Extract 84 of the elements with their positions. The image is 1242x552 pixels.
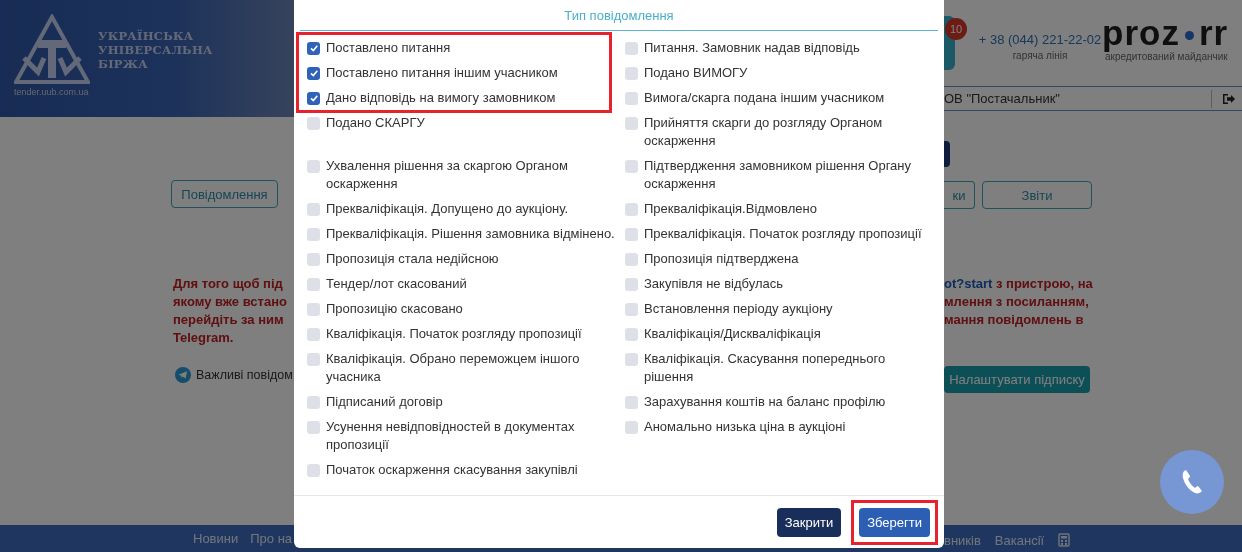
option-label[interactable]: Прекваліфікація. Рішення замовника відмінено. bbox=[326, 225, 615, 243]
emblem-icon bbox=[14, 14, 90, 86]
checkbox[interactable] bbox=[625, 41, 638, 55]
checkbox[interactable] bbox=[307, 116, 320, 130]
checkbox[interactable] bbox=[307, 159, 320, 173]
option-label[interactable]: Прекваліфікація. Допущено до аукціону. bbox=[326, 200, 569, 218]
option-label[interactable]: Аномально низька ціна в аукціоні bbox=[644, 418, 846, 436]
check-icon bbox=[308, 68, 319, 78]
option-label[interactable]: Тендер/лот скасований bbox=[326, 275, 467, 293]
logo-wordmark: УКРАЇНСЬКА УНІВЕРСАЛЬНА БІРЖА bbox=[98, 29, 213, 71]
telegram-label: Важливі повідом bbox=[196, 368, 293, 382]
notice-text: Для того щоб під bbox=[173, 275, 283, 293]
save-button[interactable]: Зберегти bbox=[859, 508, 930, 537]
notice-text: мання повідомлень в bbox=[944, 311, 1084, 329]
checkbox[interactable] bbox=[307, 420, 320, 434]
option-label[interactable]: Зарахування коштів на баланс профілю bbox=[644, 393, 886, 411]
dialog-title: Тип повідомлення bbox=[564, 7, 674, 25]
checkbox[interactable] bbox=[307, 352, 320, 366]
notice-text: ot?start з пристрою, на bbox=[944, 275, 1093, 293]
option-label[interactable]: Прийняття скарги до розгляду Органом оскарження bbox=[644, 114, 929, 150]
hotline-label: гаряча лінія bbox=[1012, 49, 1068, 63]
checkbox[interactable] bbox=[307, 463, 320, 477]
notice-text: млення з посиланням, bbox=[944, 293, 1089, 311]
option-label[interactable]: Встановлення періоду аукціону bbox=[644, 300, 833, 318]
telegram-icon bbox=[175, 367, 191, 383]
option-label[interactable]: Підписаний договір bbox=[326, 393, 443, 411]
option-label[interactable]: Подано ВИМОГУ bbox=[644, 64, 748, 82]
checkbox[interactable] bbox=[625, 252, 638, 266]
checkbox[interactable] bbox=[307, 41, 320, 55]
logout-icon[interactable] bbox=[1222, 91, 1236, 106]
option-label[interactable]: Пропозиція підтверджена bbox=[644, 250, 799, 268]
notice-text: якому вже встано bbox=[173, 293, 287, 311]
option-label[interactable]: Підтвердження замовником рішення Органу оскарження bbox=[644, 157, 929, 193]
checkbox[interactable] bbox=[625, 327, 638, 341]
option-label[interactable]: Пропозиція стала недійсною bbox=[326, 250, 499, 268]
checkbox[interactable] bbox=[307, 395, 320, 409]
option-label[interactable]: Поставлено питання bbox=[326, 39, 451, 57]
notice-text: перейдіть за ним bbox=[173, 311, 284, 329]
brand-logo: proz rr bbox=[1102, 16, 1229, 50]
site-address: tender.uub.com.ua bbox=[14, 87, 89, 97]
checkbox[interactable] bbox=[307, 302, 320, 316]
checkbox[interactable] bbox=[307, 327, 320, 341]
checkbox[interactable] bbox=[307, 91, 320, 105]
option-label[interactable]: Подано СКАРГУ bbox=[326, 114, 425, 132]
option-label[interactable]: Питання. Замовник надав відповідь bbox=[644, 39, 860, 57]
checkbox[interactable] bbox=[307, 252, 320, 266]
option-label[interactable]: Усунення невідповідностей в документах пропозиції bbox=[326, 418, 619, 454]
option-label[interactable]: Кваліфікація. Скасування попереднього рішення bbox=[644, 350, 929, 386]
checkbox[interactable] bbox=[307, 277, 320, 291]
option-label[interactable]: Закупівля не відбулась bbox=[644, 275, 784, 293]
checkbox[interactable] bbox=[625, 116, 638, 130]
checkbox[interactable] bbox=[625, 395, 638, 409]
checkbox[interactable] bbox=[625, 91, 638, 105]
option-label[interactable]: Кваліфікація. Початок розгляду пропозиції bbox=[326, 325, 582, 343]
close-button[interactable]: Закрити bbox=[776, 508, 842, 537]
checkbox[interactable] bbox=[625, 302, 638, 316]
check-icon bbox=[308, 93, 319, 103]
checkbox[interactable] bbox=[625, 277, 638, 291]
checkbox[interactable] bbox=[307, 202, 320, 216]
option-label[interactable]: Пропозицію скасовано bbox=[326, 300, 463, 318]
checkbox[interactable] bbox=[625, 227, 638, 241]
brand-caption: акредитований майданчик bbox=[1105, 51, 1229, 64]
option-label[interactable]: Дано відповідь на вимогу замовником bbox=[326, 89, 556, 107]
option-label[interactable]: Поставлено питання іншим учасником bbox=[326, 64, 558, 82]
option-label[interactable]: Вимога/скарга подана іншим учасником bbox=[644, 89, 885, 107]
notification-badge: 10 bbox=[945, 18, 967, 40]
checkbox[interactable] bbox=[625, 159, 638, 173]
checkbox[interactable] bbox=[625, 66, 638, 80]
option-label[interactable]: Кваліфікація. Обрано переможцем іншого учасника bbox=[326, 350, 619, 386]
option-label[interactable]: Прекваліфікація. Початок розгляду пропозиції bbox=[644, 225, 922, 243]
user-name[interactable]: ОВ "Постачальник" bbox=[944, 91, 1060, 106]
check-icon bbox=[308, 43, 319, 53]
partial-button[interactable] bbox=[944, 141, 950, 167]
checkbox[interactable] bbox=[307, 227, 320, 241]
notice-text: Telegram. bbox=[173, 329, 234, 347]
checkbox[interactable] bbox=[625, 202, 638, 216]
option-label[interactable]: Кваліфікація/Дискваліфікація bbox=[644, 325, 821, 343]
calculator-icon[interactable] bbox=[1058, 533, 1071, 547]
checkbox[interactable] bbox=[307, 66, 320, 80]
option-label[interactable]: Початок оскарження скасування закупівлі bbox=[326, 461, 578, 479]
option-label[interactable]: Прекваліфікація.Відмовлено bbox=[644, 200, 817, 218]
checkbox[interactable] bbox=[625, 420, 638, 434]
checkbox[interactable] bbox=[625, 352, 638, 366]
option-label[interactable]: Ухвалення рішення за скаргою Органом оскарження bbox=[326, 157, 619, 193]
